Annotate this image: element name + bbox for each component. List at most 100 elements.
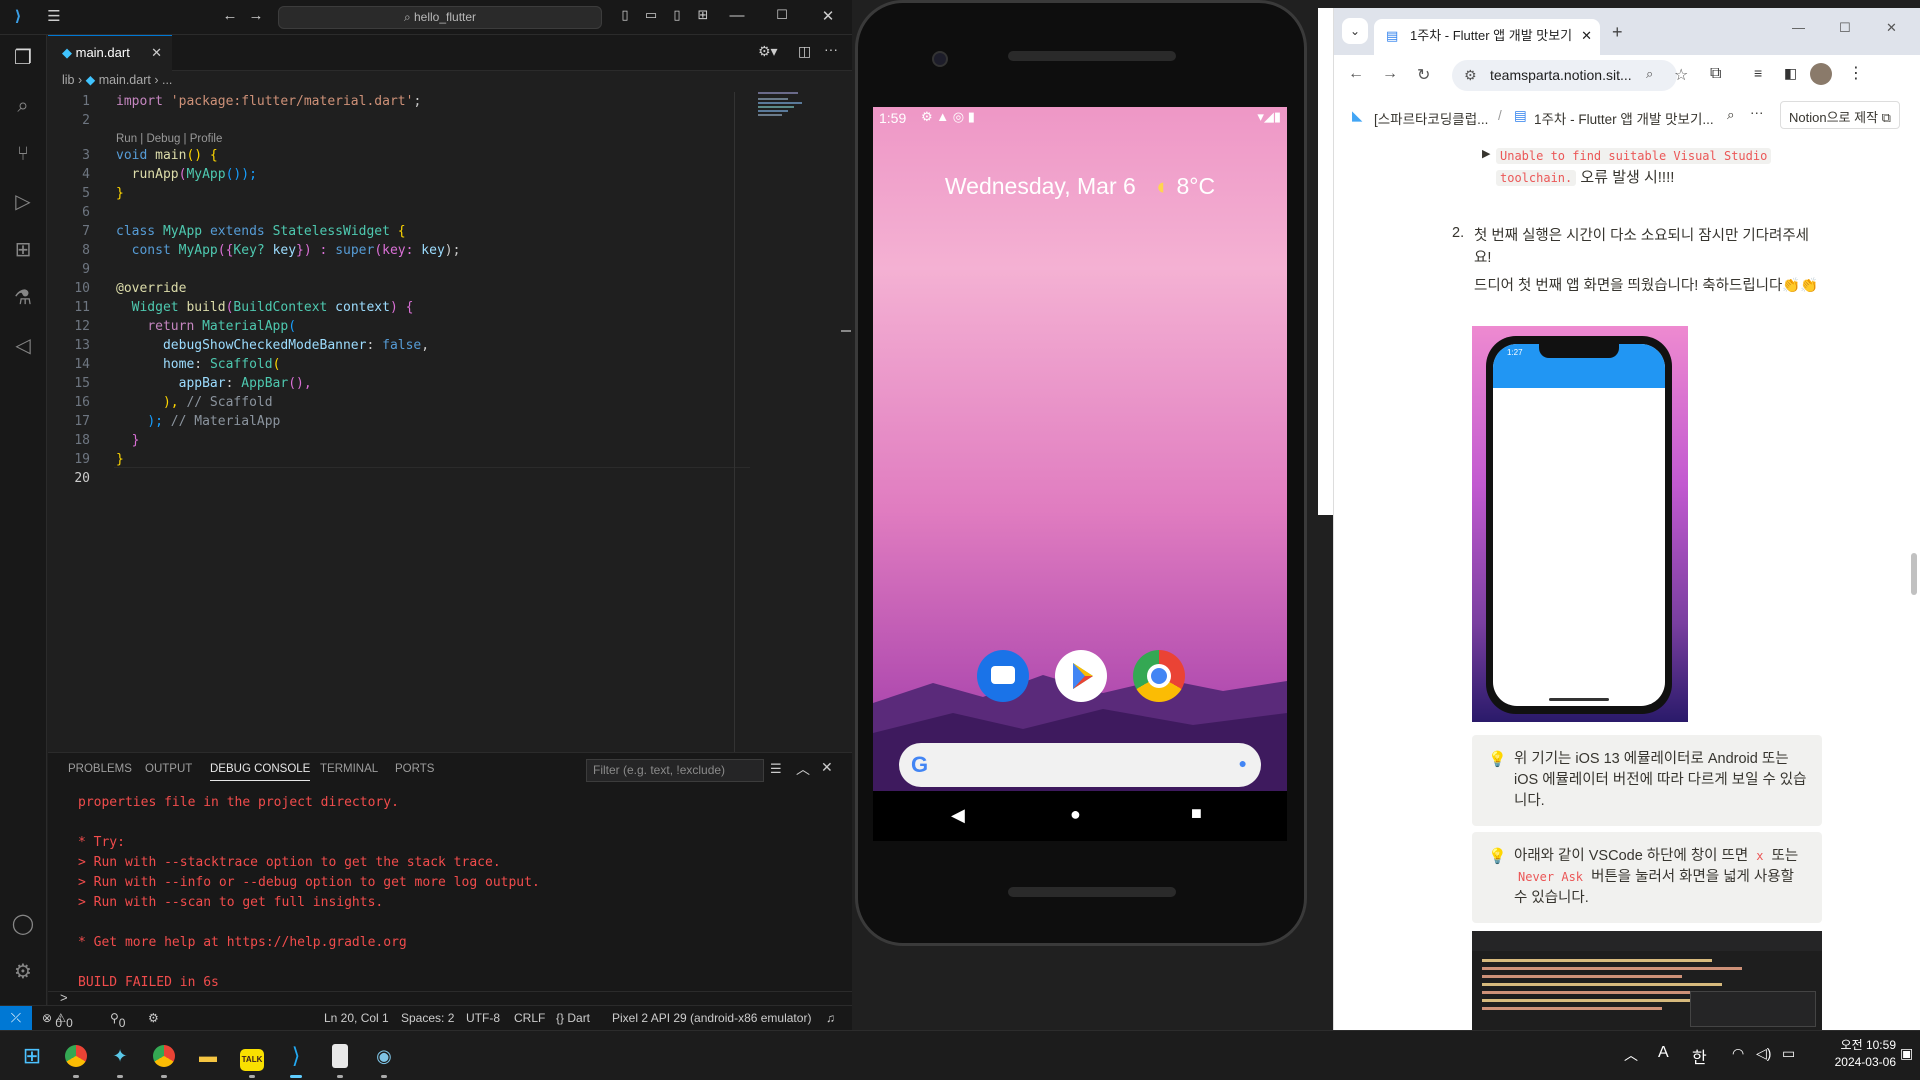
- codelens-run-debug-profile[interactable]: Run | Debug | Profile: [116, 133, 222, 145]
- breadcrumb-folder[interactable]: lib: [62, 73, 75, 87]
- reload-icon[interactable]: ↻: [1417, 65, 1430, 85]
- explorer-icon[interactable]: ❐: [10, 45, 36, 71]
- tab-terminal[interactable]: TERMINAL: [320, 763, 378, 775]
- settings-gear-icon[interactable]: ⚙: [10, 959, 36, 985]
- android-emulator-taskbar-icon[interactable]: [324, 1040, 356, 1072]
- breadcrumb-parent[interactable]: [스파르타코딩클럽...: [1374, 108, 1488, 128]
- tab-ports[interactable]: PORTS: [395, 763, 434, 775]
- search-icon[interactable]: ⌕: [10, 93, 36, 119]
- breadcrumb-current[interactable]: 1주차 - Flutter 앱 개발 맛보기...: [1534, 108, 1714, 128]
- minimize-icon[interactable]: —: [727, 7, 747, 24]
- bookmark-star-icon[interactable]: ☆: [1674, 65, 1688, 85]
- forward-arrow-icon[interactable]: →: [1382, 65, 1398, 83]
- play-store-app-icon[interactable]: [1055, 650, 1107, 702]
- ports-status[interactable]: ⚲ 0: [110, 1011, 125, 1030]
- split-editor-icon[interactable]: ◫: [798, 43, 811, 60]
- windows-start-icon[interactable]: ⊞: [16, 1040, 48, 1072]
- flutter-bird-icon[interactable]: ✦: [104, 1040, 136, 1072]
- flutter-icon[interactable]: ◁: [10, 333, 36, 359]
- cursor-position[interactable]: Ln 20, Col 1: [324, 1011, 389, 1025]
- chrome-menu-icon[interactable]: ⋮: [1848, 63, 1864, 83]
- file-explorer-icon[interactable]: ▬: [192, 1040, 224, 1072]
- messages-app-icon[interactable]: [977, 650, 1029, 702]
- maximize-icon[interactable]: ☐: [772, 7, 792, 23]
- profile-avatar[interactable]: [1810, 63, 1832, 85]
- phone-screen[interactable]: 1:59 ⚙ ▲ ◎ ▮ ▾◢▮ Wednesday, Mar 6 ◐ 8°C …: [873, 107, 1287, 841]
- toggle-block[interactable]: Unable to find suitable Visual Studio to…: [1496, 145, 1796, 189]
- google-search-bar[interactable]: G ●: [899, 743, 1261, 787]
- search-icon[interactable]: ⌕: [1727, 107, 1735, 123]
- chrome-profile-taskbar-icon[interactable]: [148, 1040, 180, 1072]
- customize-layout-icon[interactable]: ⊞: [693, 7, 713, 23]
- more-icon[interactable]: ···: [1750, 105, 1764, 120]
- notification-center-icon[interactable]: ▣: [1900, 1045, 1913, 1062]
- minimap[interactable]: [734, 92, 824, 752]
- vscode-taskbar-icon[interactable]: ⟩: [280, 1040, 312, 1072]
- toggle-sidebar-icon[interactable]: ▯: [615, 7, 635, 23]
- tab-output[interactable]: OUTPUT: [145, 763, 192, 775]
- volume-icon[interactable]: ◁): [1756, 1045, 1771, 1062]
- close-window-icon[interactable]: ✕: [1886, 20, 1897, 36]
- close-tab-icon[interactable]: ✕: [151, 36, 162, 70]
- tab-search-chevron-icon[interactable]: ⌄: [1342, 18, 1368, 44]
- account-icon[interactable]: ◯: [10, 911, 36, 937]
- home-circle-icon[interactable]: ●: [1070, 804, 1081, 825]
- taskbar-clock[interactable]: 오전 10:59 2024-03-06: [1812, 1037, 1896, 1071]
- console-input[interactable]: >: [48, 990, 852, 1006]
- close-tab-icon[interactable]: ✕: [1581, 19, 1592, 53]
- code-editor[interactable]: 1 2 3 4 5 6 7 8 9 10 11 12 13 14 15 16 1…: [48, 92, 750, 752]
- command-center-search[interactable]: ⌕ hello_flutter: [278, 6, 602, 29]
- tab-problems[interactable]: PROBLEMS: [68, 763, 132, 775]
- toggle-secondary-sidebar-icon[interactable]: ▯: [667, 7, 687, 23]
- minimize-icon[interactable]: —: [1792, 20, 1805, 35]
- side-panel-icon[interactable]: ◧: [1784, 65, 1797, 82]
- language-mode[interactable]: {} Dart: [556, 1011, 590, 1025]
- zoom-icon[interactable]: ⌕: [1646, 66, 1653, 82]
- problems-status[interactable]: ⊗ 0 ⚠ 0: [42, 1011, 73, 1030]
- chrome-taskbar-icon[interactable]: [60, 1040, 92, 1072]
- forward-icon[interactable]: →: [246, 7, 266, 24]
- toggle-panel-icon[interactable]: ▭: [641, 7, 661, 23]
- debug-status-icon[interactable]: ⚙: [148, 1011, 159, 1025]
- extensions-icon[interactable]: ⧉: [1710, 65, 1721, 83]
- built-with-notion-button[interactable]: Notion으로 제작 ⧉: [1780, 101, 1900, 129]
- testing-icon[interactable]: ⚗: [10, 285, 36, 311]
- maximize-icon[interactable]: ☐: [1839, 20, 1851, 36]
- breadcrumb-file[interactable]: main.dart: [99, 73, 151, 87]
- at-a-glance-widget[interactable]: Wednesday, Mar 6 ◐ 8°C: [873, 173, 1287, 200]
- android-studio-icon[interactable]: ◉: [368, 1040, 400, 1072]
- ime-language-indicator[interactable]: 한: [1692, 1044, 1707, 1068]
- filter-input[interactable]: Filter (e.g. text, !exclude): [586, 759, 764, 782]
- assistant-icon[interactable]: ●: [1239, 755, 1247, 771]
- tray-chevron-icon[interactable]: ︿: [1624, 1045, 1638, 1065]
- vscode-screenshot-image[interactable]: [1472, 931, 1822, 1030]
- chrome-app-icon[interactable]: [1133, 650, 1185, 702]
- notifications-bell-icon[interactable]: ♫: [826, 1011, 835, 1025]
- media-control-icon[interactable]: ≡: [1754, 65, 1762, 81]
- flutter-device[interactable]: Pixel 2 API 29 (android-x86 emulator): [612, 1011, 811, 1025]
- indentation[interactable]: Spaces: 2: [401, 1011, 454, 1025]
- toggle-triangle-icon[interactable]: ▶: [1482, 147, 1490, 160]
- battery-icon[interactable]: ▭: [1782, 1045, 1795, 1062]
- close-icon[interactable]: ✕: [818, 7, 838, 25]
- clear-console-icon[interactable]: ☰: [770, 761, 782, 777]
- tab-debug-console[interactable]: DEBUG CONSOLE: [210, 763, 311, 781]
- tab-main-dart[interactable]: ◆ main.dart ✕: [48, 35, 172, 71]
- address-bar[interactable]: ⚙ teamsparta.notion.sit...: [1452, 60, 1677, 91]
- browser-tab-active[interactable]: ▤ 1주차 - Flutter 앱 개발 맛보기 ✕: [1374, 19, 1600, 55]
- recents-square-icon[interactable]: ■: [1191, 803, 1202, 824]
- more-actions-icon[interactable]: ···: [824, 41, 838, 57]
- back-icon[interactable]: ←: [220, 7, 240, 24]
- wifi-icon[interactable]: ◠: [1732, 1045, 1744, 1062]
- run-debug-dropdown-icon[interactable]: ⚙▾: [758, 43, 778, 60]
- menu-icon[interactable]: ☰: [44, 7, 64, 25]
- back-arrow-icon[interactable]: ←: [1348, 65, 1364, 83]
- source-control-icon[interactable]: ⑂: [10, 141, 36, 167]
- maximize-panel-icon[interactable]: ︿: [796, 759, 810, 779]
- encoding[interactable]: UTF-8: [466, 1011, 500, 1025]
- kakaotalk-icon[interactable]: TALK: [236, 1040, 268, 1072]
- run-debug-icon[interactable]: ▷: [10, 189, 36, 215]
- page-scrollbar[interactable]: [1911, 553, 1917, 595]
- extensions-icon[interactable]: ⊞: [10, 237, 36, 263]
- ios-simulator-screenshot[interactable]: 1:27: [1472, 326, 1688, 722]
